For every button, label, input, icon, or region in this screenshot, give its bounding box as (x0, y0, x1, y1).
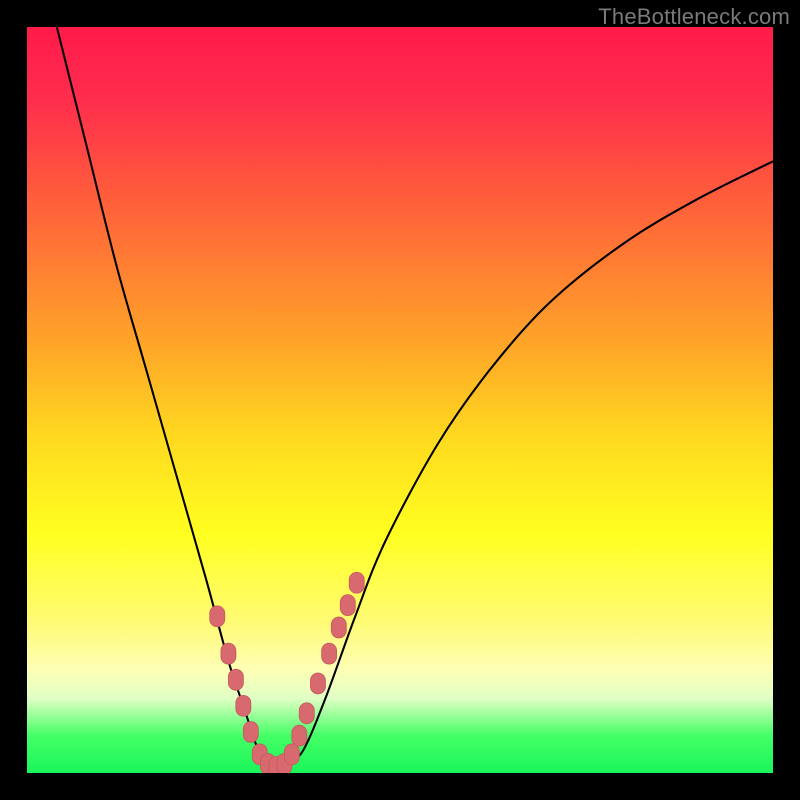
curve-marker (322, 643, 337, 664)
curve-marker (310, 673, 325, 694)
watermark-text: TheBottleneck.com (598, 4, 790, 30)
curve-marker (349, 572, 364, 593)
curve-marker (210, 606, 225, 627)
curve-marker (243, 722, 258, 743)
curve-marker (340, 595, 355, 616)
curve-marker (236, 695, 251, 716)
curve-marker (299, 703, 314, 724)
bottleneck-curve (57, 27, 773, 768)
plot-frame (27, 27, 773, 773)
curve-marker (284, 744, 299, 765)
curve-marker (221, 643, 236, 664)
curve-marker (292, 725, 307, 746)
curve-svg (27, 27, 773, 773)
curve-marker (228, 669, 243, 690)
curve-marker (331, 617, 346, 638)
